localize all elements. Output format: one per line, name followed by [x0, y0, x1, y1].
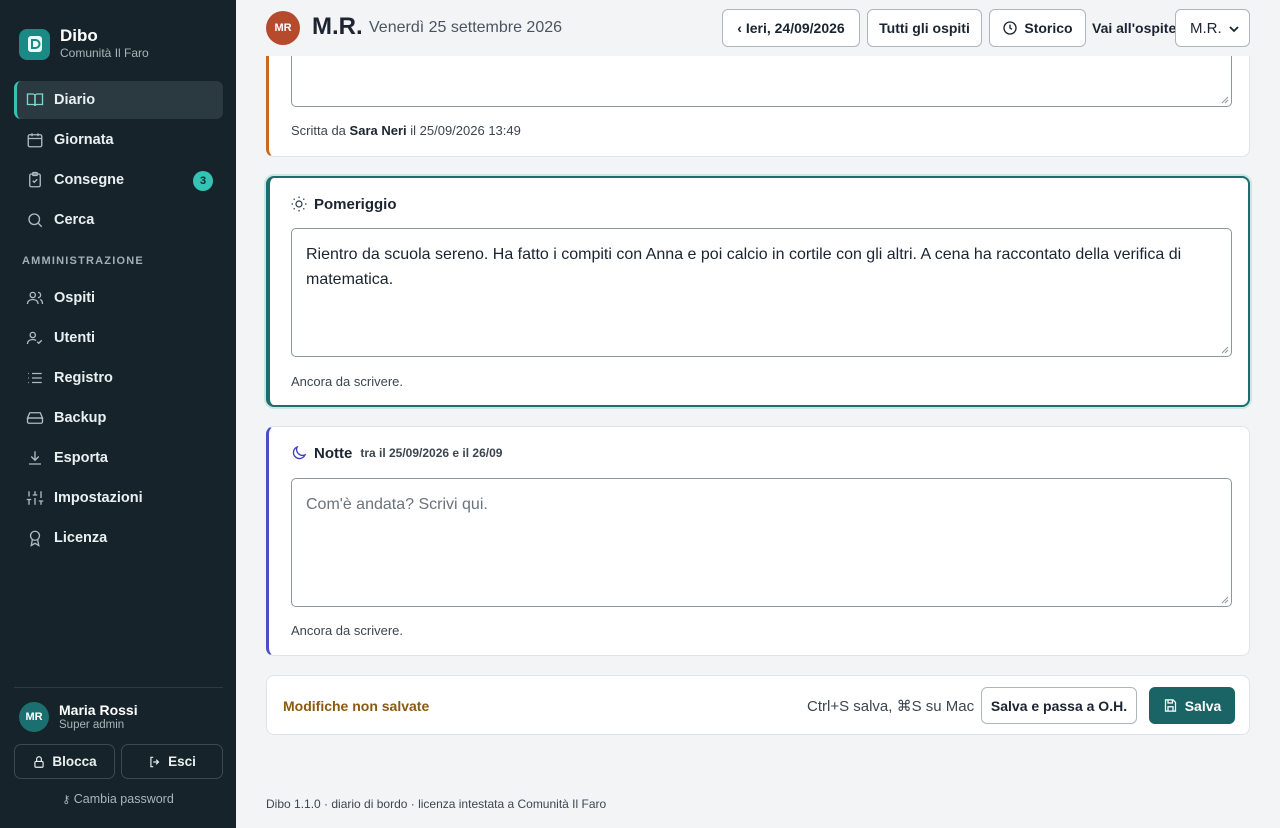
logout-icon [150, 756, 160, 767]
goto-guest-select[interactable]: M.R. [1175, 9, 1250, 47]
app-logo-icon [19, 28, 50, 60]
user-name: Maria Rossi [59, 702, 138, 718]
nav-item-label: Impostazioni [54, 490, 143, 506]
consegne-count-badge: 3 [193, 171, 213, 191]
user-role: Super admin [59, 719, 125, 731]
save-and-next-button[interactable]: Salva e passa a O.H. [981, 687, 1137, 724]
resize-handle-icon [1221, 96, 1229, 104]
nav-item-label: Diario [54, 92, 96, 108]
nav-item-impostazioni[interactable]: Impostazioni [14, 479, 223, 517]
page-title: M.R. [312, 13, 363, 40]
save-button[interactable]: Salva [1149, 687, 1235, 724]
history-button[interactable]: Storico [989, 9, 1086, 47]
avatar: MR [19, 702, 49, 732]
key-icon: ⚷ [62, 794, 71, 806]
goto-guest-label: Vai all'ospite [1092, 20, 1177, 36]
nav-item-diario[interactable]: Diario [14, 81, 223, 119]
users-icon [26, 291, 44, 305]
change-password-label: Cambia password [73, 792, 174, 806]
nav-item-consegne[interactable]: Consegne 3 [14, 161, 223, 199]
nav-item-registro[interactable]: Registro [14, 359, 223, 397]
written-by-prefix: Scritta da [291, 123, 346, 138]
goto-guest-value: M.R. [1190, 19, 1222, 37]
nav-item-label: Ospiti [54, 290, 96, 306]
page-footer: Dibo 1.1.0 · diario di bordo · licenza i… [266, 797, 607, 811]
logout-button[interactable]: Esci [121, 744, 223, 779]
nav-item-esporta[interactable]: Esporta [14, 439, 223, 477]
list-icon [28, 372, 42, 384]
history-button-label: Storico [1024, 20, 1073, 36]
current-user: MR Maria Rossi Super admin [19, 702, 138, 732]
clipboard-icon [29, 171, 41, 188]
night-entry-subtitle: tra il 25/09/2026 e il 26/09 [360, 446, 503, 460]
morning-entry-author-note: Scritta da Sara Neri il 25/09/2026 13:49 [291, 123, 521, 138]
nav-item-label: Licenza [54, 530, 108, 546]
sliders-icon [26, 491, 44, 505]
guest-avatar: MR [266, 11, 300, 45]
nav-item-label: Registro [54, 370, 113, 386]
entry-timestamp: il 25/09/2026 13:49 [410, 123, 521, 138]
entry-card-afternoon: Pomeriggio Rientro da scuola sereno. Ha … [266, 176, 1250, 407]
all-guests-button[interactable]: Tutti gli ospiti [867, 9, 982, 47]
nav-item-licenza[interactable]: Licenza [14, 519, 223, 557]
unsaved-changes-status: Modifiche non salvate [283, 698, 430, 714]
nav-item-utenti[interactable]: Utenti [14, 319, 223, 357]
afternoon-entry-textarea[interactable]: Rientro da scuola sereno. Ha fatto i com… [291, 228, 1232, 357]
afternoon-entry-status: Ancora da scrivere. [291, 374, 403, 389]
afternoon-entry-title: Pomeriggio [290, 195, 397, 213]
night-entry-title: Notte tra il 25/09/2026 e il 26/09 [290, 444, 502, 462]
logout-button-label: Esci [168, 754, 196, 769]
lock-button-label: Blocca [52, 754, 97, 769]
lock-icon [34, 755, 45, 768]
night-entry-placeholder: Com'è andata? Scrivi qui. [306, 496, 488, 513]
search-icon [28, 213, 43, 228]
nav-item-label: Esporta [54, 450, 108, 466]
change-password-link[interactable]: ⚷ Cambia password [0, 792, 236, 806]
clock-icon [1003, 21, 1018, 35]
hard-drive-icon [26, 412, 44, 424]
night-entry-status: Ancora da scrivere. [291, 623, 403, 638]
nav-item-label: Giornata [54, 132, 114, 148]
current-date: Venerdì 25 settembre 2026 [369, 19, 563, 36]
calendar-icon [27, 133, 43, 148]
nav-item-label: Cerca [54, 212, 95, 228]
moon-icon [292, 445, 307, 460]
user-check-icon [26, 331, 43, 345]
resize-handle-icon [1221, 346, 1229, 354]
sun-icon [291, 196, 307, 212]
resize-handle-icon [1221, 596, 1229, 604]
save-bar: Modifiche non salvate Ctrl+S salva, ⌘S s… [266, 675, 1250, 735]
sidebar: Dibo Comunità Il Faro Diario Giornata Co… [0, 0, 236, 828]
award-icon [29, 530, 41, 547]
night-entry-textarea[interactable]: Com'è andata? Scrivi qui. [291, 478, 1232, 607]
nav-item-label: Backup [54, 410, 107, 426]
nav-section-heading: AMMINISTRAZIONE [22, 255, 144, 267]
page-header: MR M.R. Venerdì 25 settembre 2026 ‹ Ieri… [236, 0, 1280, 56]
app-name: Dibo [60, 26, 98, 45]
entry-author: Sara Neri [349, 123, 407, 138]
keyboard-shortcut-hint: Ctrl+S salva, ⌘S su Mac [807, 698, 975, 715]
chevron-down-icon [1229, 26, 1239, 33]
nav-item-giornata[interactable]: Giornata [14, 121, 223, 159]
previous-day-button[interactable]: ‹ Ieri, 24/09/2026 [722, 9, 860, 47]
entry-card-night: Notte tra il 25/09/2026 e il 26/09 Com'è… [266, 426, 1250, 656]
organization-name: Comunità Il Faro [60, 46, 149, 60]
lock-button[interactable]: Blocca [14, 744, 115, 779]
save-icon [1164, 699, 1176, 712]
book-icon [26, 93, 44, 107]
night-title-label: Notte [314, 444, 353, 462]
afternoon-entry-text: Rientro da scuola sereno. Ha fatto i com… [306, 246, 1182, 288]
nav-item-ospiti[interactable]: Ospiti [14, 279, 223, 317]
nav-item-cerca[interactable]: Cerca [14, 201, 223, 239]
nav-item-label: Utenti [54, 330, 96, 346]
download-icon [29, 451, 41, 465]
nav-item-backup[interactable]: Backup [14, 399, 223, 437]
afternoon-title-label: Pomeriggio [314, 195, 397, 213]
save-button-label: Salva [1184, 697, 1222, 714]
nav-item-label: Consegne [54, 172, 125, 188]
brand[interactable]: Dibo Comunità Il Faro [19, 27, 149, 61]
sidebar-divider [14, 687, 223, 688]
